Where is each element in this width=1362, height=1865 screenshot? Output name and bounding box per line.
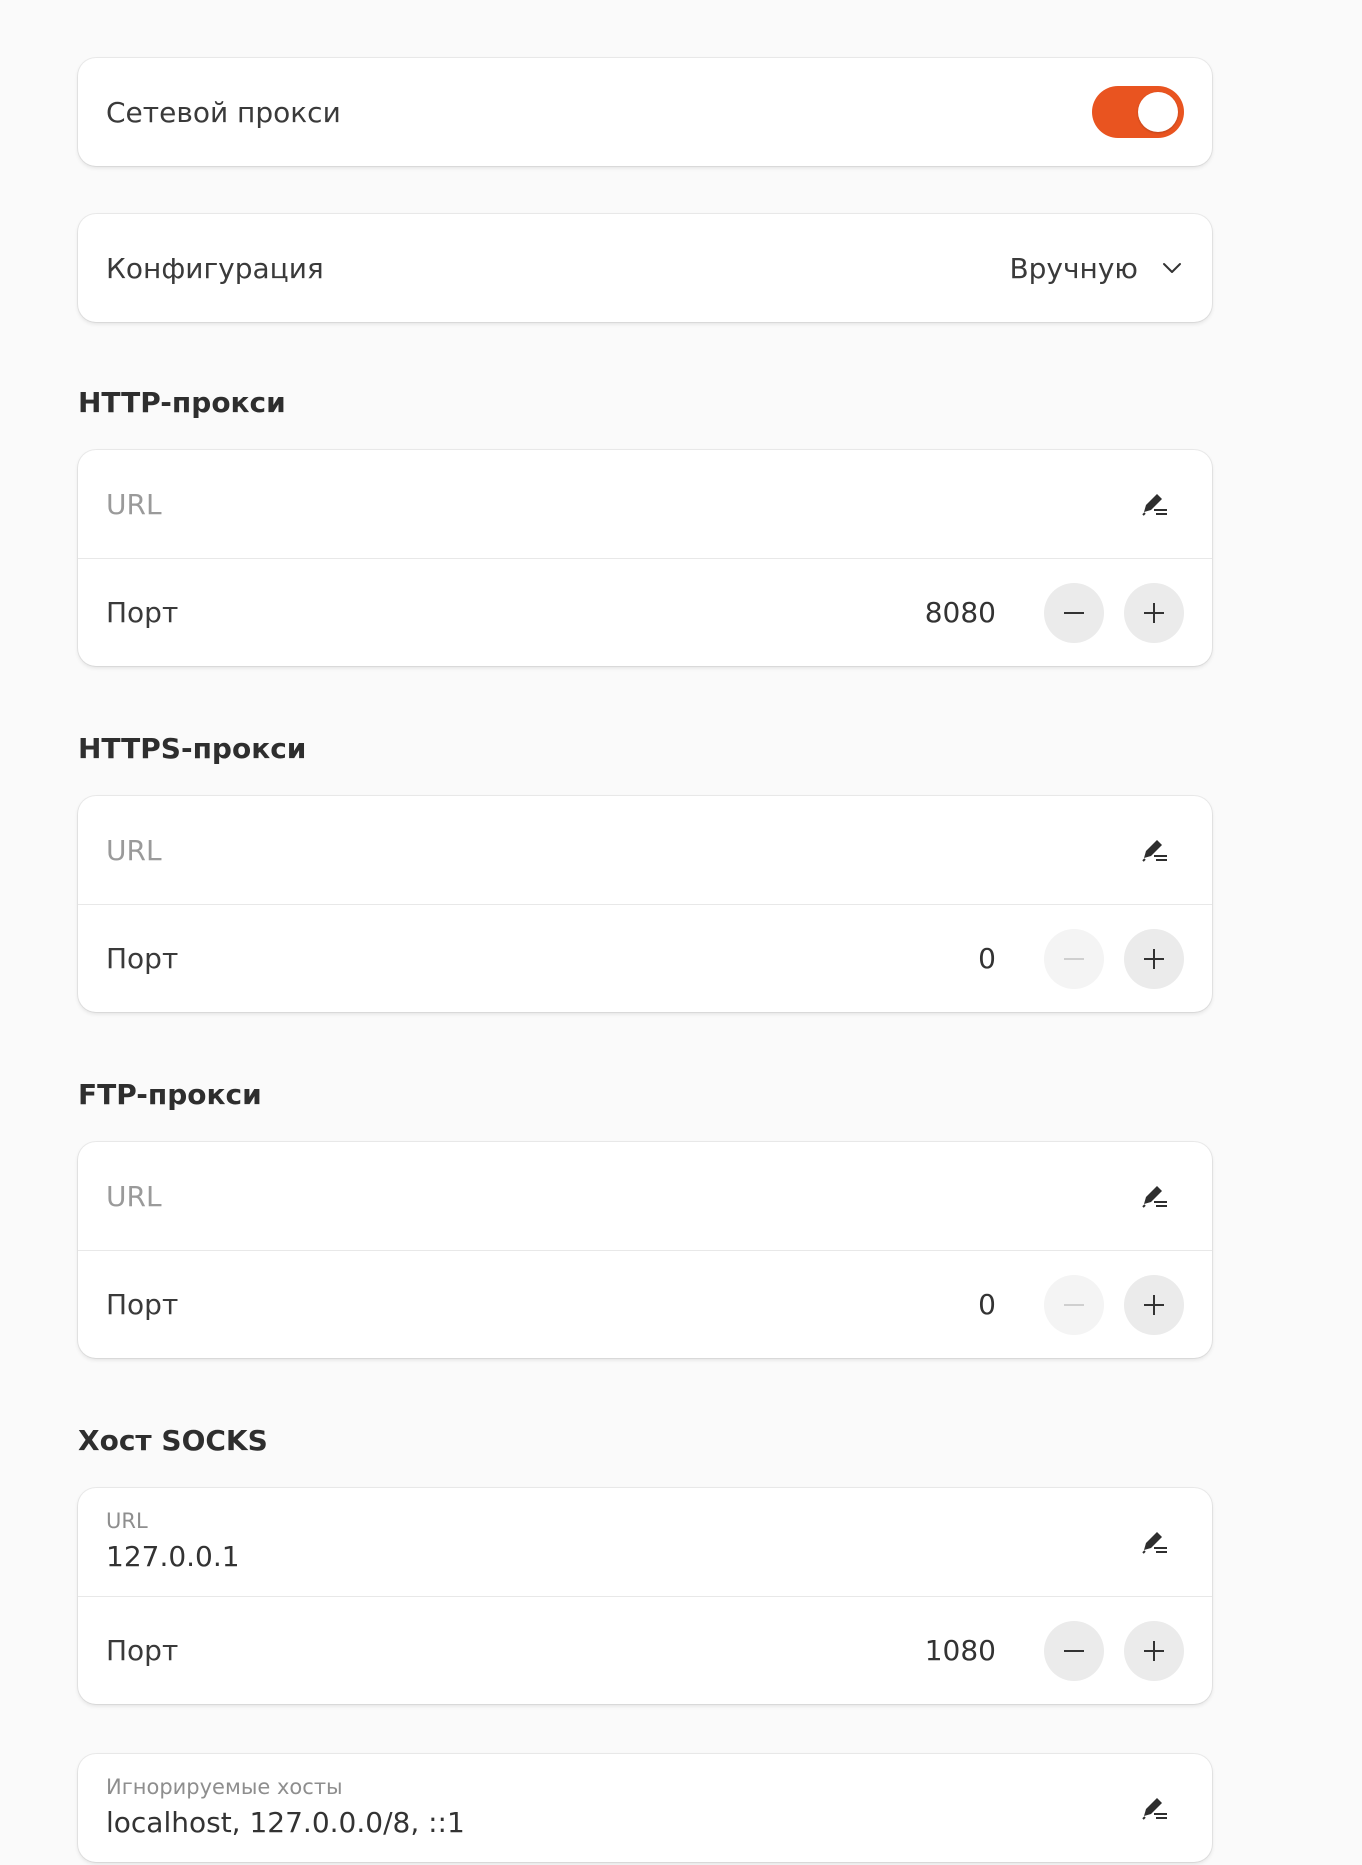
configuration-dropdown[interactable]: Вручную — [1009, 252, 1184, 285]
minus-icon — [1063, 1294, 1085, 1316]
http-url-input[interactable]: URL — [106, 488, 1132, 521]
minus-icon — [1063, 948, 1085, 970]
network-proxy-row: Сетевой прокси — [78, 58, 1212, 166]
https-port-value[interactable]: 0 — [978, 942, 996, 975]
socks-url-label: URL — [106, 1509, 148, 1533]
ignored-hosts-row[interactable]: Игнорируемые хосты localhost, 127.0.0.0/… — [78, 1754, 1212, 1862]
https-port-increment-button[interactable] — [1124, 928, 1184, 989]
https-port-row: Порт 0 — [78, 904, 1212, 1012]
http-url-row[interactable]: URL — [78, 450, 1212, 558]
configuration-card: Конфигурация Вручную — [78, 214, 1212, 322]
ftp-url-row[interactable]: URL — [78, 1142, 1212, 1250]
socks-host-title: Хост SOCKS — [78, 1424, 268, 1457]
https-proxy-card: URL Порт 0 — [78, 796, 1212, 1012]
edit-pencil-icon[interactable] — [1132, 1520, 1176, 1564]
socks-port-increment-button[interactable] — [1124, 1620, 1184, 1681]
ignored-hosts-value[interactable]: localhost, 127.0.0.0/8, ::1 — [106, 1804, 1132, 1842]
https-url-row[interactable]: URL — [78, 796, 1212, 904]
http-port-value[interactable]: 8080 — [925, 596, 996, 629]
socks-url-value[interactable]: 127.0.0.1 — [106, 1538, 1132, 1576]
socks-port-label: Порт — [106, 1634, 179, 1667]
socks-host-card: URL 127.0.0.1 Порт 1080 — [78, 1488, 1212, 1704]
https-proxy-title: HTTPS-прокси — [78, 732, 307, 765]
minus-icon — [1063, 602, 1085, 624]
ftp-url-input[interactable]: URL — [106, 1180, 1132, 1213]
ftp-port-label: Порт — [106, 1288, 179, 1321]
http-port-decrement-button[interactable] — [1044, 582, 1104, 643]
configuration-row[interactable]: Конфигурация Вручную — [78, 214, 1212, 322]
network-proxy-label: Сетевой прокси — [106, 95, 341, 129]
ftp-proxy-title: FTP-прокси — [78, 1078, 262, 1111]
ftp-port-increment-button[interactable] — [1124, 1274, 1184, 1335]
configuration-value: Вручную — [1009, 251, 1138, 285]
edit-pencil-icon[interactable] — [1132, 1786, 1176, 1830]
ignored-hosts-field[interactable]: Игнорируемые хосты localhost, 127.0.0.0/… — [106, 1774, 1132, 1842]
socks-port-decrement-button[interactable] — [1044, 1620, 1104, 1681]
plus-icon — [1143, 1294, 1165, 1316]
http-proxy-title: HTTP-прокси — [78, 386, 286, 419]
ftp-proxy-card: URL Порт 0 — [78, 1142, 1212, 1358]
chevron-down-icon — [1160, 256, 1184, 280]
socks-url-row[interactable]: URL 127.0.0.1 — [78, 1488, 1212, 1596]
plus-icon — [1143, 1640, 1165, 1662]
ftp-port-value[interactable]: 0 — [978, 1288, 996, 1321]
socks-port-value[interactable]: 1080 — [925, 1634, 996, 1667]
ignored-hosts-label: Игнорируемые хосты — [106, 1775, 343, 1799]
http-proxy-card: URL Порт 8080 — [78, 450, 1212, 666]
socks-port-row: Порт 1080 — [78, 1596, 1212, 1704]
https-url-input[interactable]: URL — [106, 834, 1132, 867]
edit-pencil-icon[interactable] — [1132, 482, 1176, 526]
https-port-decrement-button[interactable] — [1044, 928, 1104, 989]
network-proxy-card: Сетевой прокси — [78, 58, 1212, 166]
edit-pencil-icon[interactable] — [1132, 1174, 1176, 1218]
socks-url-field[interactable]: URL 127.0.0.1 — [106, 1508, 1132, 1576]
minus-icon — [1063, 1640, 1085, 1662]
http-port-row: Порт 8080 — [78, 558, 1212, 666]
http-port-label: Порт — [106, 596, 179, 629]
edit-pencil-icon[interactable] — [1132, 828, 1176, 872]
plus-icon — [1143, 602, 1165, 624]
https-port-label: Порт — [106, 942, 179, 975]
ignored-hosts-card: Игнорируемые хосты localhost, 127.0.0.0/… — [78, 1754, 1212, 1862]
network-proxy-switch[interactable] — [1092, 86, 1184, 138]
ftp-port-decrement-button[interactable] — [1044, 1274, 1104, 1335]
switch-knob — [1138, 92, 1178, 132]
plus-icon — [1143, 948, 1165, 970]
http-port-increment-button[interactable] — [1124, 582, 1184, 643]
configuration-label: Конфигурация — [106, 251, 324, 285]
ftp-port-row: Порт 0 — [78, 1250, 1212, 1358]
